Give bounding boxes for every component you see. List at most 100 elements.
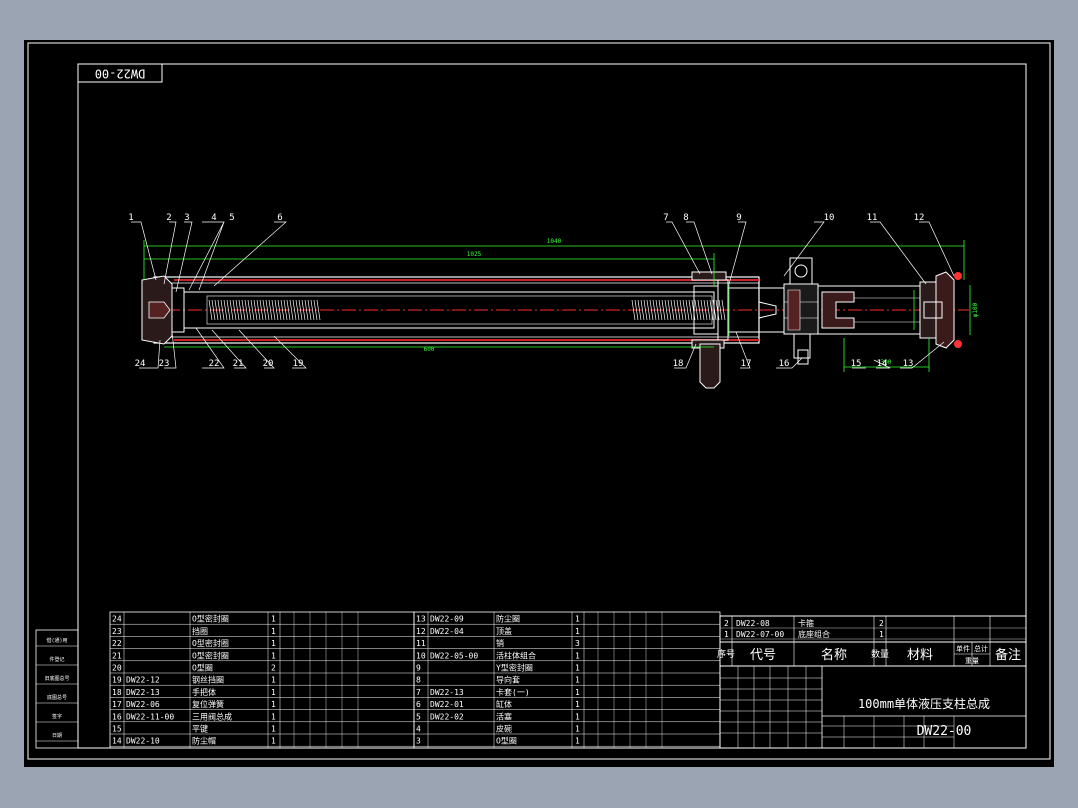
bom-no: 15 [112, 725, 122, 734]
bom-name: 防尘帽 [192, 736, 216, 746]
code-tag: DW22-00 [77, 63, 163, 83]
bom-name: 缸体 [496, 699, 512, 709]
bom-mid-table: 13 DW22-09 防尘圈 112 DW22-04 顶盖 111 销 310 DW22-05-0… [413, 611, 721, 749]
bom-code: DW22-01 [430, 700, 464, 709]
bom-name: 皮碗 [496, 724, 512, 734]
callout-16: 16 [779, 359, 790, 369]
callout-23: 23 [159, 359, 170, 369]
callout-18: 18 [673, 359, 684, 369]
bom-code: DW22-09 [430, 615, 464, 624]
side-label: 件登记 [49, 656, 64, 663]
bom-code: DW22-07-00 [736, 630, 784, 639]
hdr-total: 总计 [974, 644, 988, 653]
callout-22: 22 [209, 359, 220, 369]
bom-no: 13 [416, 615, 426, 624]
bom-left-table: 24 O型密封圈 1 23 挡圈 1 22 O型密封圈 1 21 O型密封圈 1 20 O型圈 2 19 DW2… [109, 611, 415, 749]
callout-7: 7 [663, 213, 668, 223]
bom-qty: 1 [271, 725, 276, 734]
bom-qty: 1 [879, 630, 884, 639]
side-label: 签字 [52, 713, 62, 720]
bom-qty: 1 [575, 688, 580, 697]
bom-name: 防尘圈 [496, 614, 520, 624]
bom-no: 7 [416, 688, 421, 697]
hdr-weight: 重量 [965, 657, 979, 665]
bom-no: 19 [112, 676, 122, 685]
bom-no: 18 [112, 688, 122, 697]
callout-14: 14 [877, 359, 888, 369]
bom-qty: 1 [271, 700, 276, 709]
hdr-code: 代号 [750, 648, 776, 663]
bom-name: O型密封圈 [192, 638, 229, 648]
callout-3: 3 [184, 213, 189, 223]
side-label: 旧底图总号 [44, 675, 69, 682]
bom-name: 活塞 [496, 711, 512, 721]
bom-name: O型圈 [192, 664, 213, 673]
code-tag-text: DW22-00 [95, 67, 146, 81]
hdr-material: 材料 [907, 648, 933, 663]
bom-name: 底座组合 [798, 629, 830, 639]
assembly-view: 1040 1025 600 300 φ100 1 2 3 4 5 6 7 8 9… [128, 213, 979, 389]
hdr-single: 单件 [956, 644, 970, 653]
bom-no: 24 [112, 615, 122, 624]
bom-no: 5 [416, 712, 421, 721]
callout-12: 12 [914, 213, 925, 223]
bom-qty: 1 [271, 676, 276, 685]
bom-qty: 2 [879, 619, 884, 628]
bom-no: 17 [112, 700, 122, 709]
dim-stroke: 1025 [467, 251, 482, 258]
bom-name: 卡套(一) [496, 687, 530, 697]
callout-1: 1 [128, 213, 133, 223]
bom-code: DW22-13 [126, 688, 160, 697]
bom-no: 3 [416, 737, 421, 746]
bom-qty: 1 [575, 651, 580, 660]
callouts-bottom: 24 23 22 21 20 19 18 17 16 15 14 13 [135, 359, 914, 369]
bom-qty: 1 [575, 737, 580, 746]
drawing-sheet: DW22-00 1040 1025 600 300 φ100 1 2 3 4 5… [24, 40, 1054, 767]
bom-code: DW22-08 [736, 619, 770, 628]
bom-qty: 1 [271, 615, 276, 624]
callout-5: 5 [229, 213, 234, 223]
bom-no: 9 [416, 664, 421, 673]
drawing-title: 100mm单体液压支柱总成 [858, 696, 990, 711]
bom-qty: 1 [271, 737, 276, 746]
bom-qty: 1 [271, 627, 276, 636]
handle [699, 343, 721, 389]
bom-name: 导向套 [496, 675, 520, 685]
bom-code: DW22-04 [430, 627, 464, 636]
outer-border [27, 42, 1051, 760]
bom-qty: 1 [271, 639, 276, 648]
cad-drawing: DW22-00 1040 1025 600 300 φ100 1 2 3 4 5… [27, 42, 1051, 760]
bom-qty: 1 [575, 676, 580, 685]
callout-21: 21 [233, 359, 244, 369]
bom-name: 销 [496, 638, 504, 648]
bom-name: 三用阀总成 [192, 711, 232, 721]
side-label: 借(通)用 [46, 637, 67, 644]
callout-2: 2 [166, 213, 171, 223]
callout-8: 8 [683, 213, 688, 223]
callouts-top: 1 2 3 4 5 6 7 8 9 10 11 12 [128, 213, 924, 223]
bom-code: DW22-10 [126, 737, 160, 746]
bom-qty: 1 [575, 725, 580, 734]
bom-qty: 2 [271, 664, 276, 673]
bom-qty: 1 [575, 615, 580, 624]
bom-no: 12 [416, 627, 426, 636]
bom-name: 手把体 [192, 687, 216, 697]
callout-13: 13 [903, 359, 914, 369]
bom-no: 20 [112, 664, 122, 673]
bom-no: 8 [416, 676, 421, 685]
callout-24: 24 [135, 359, 146, 369]
title-block: 2 DW22-08 卡箍 21 DW22-07-00 底座组合 1 序号 代号 名称 数量 … [717, 615, 1027, 749]
bom-no: 2 [724, 619, 729, 628]
bom-qty: 3 [575, 639, 580, 648]
hdr-no: 序号 [717, 648, 735, 660]
bom-code: DW22-13 [430, 688, 464, 697]
drawing-code: DW22-00 [917, 724, 972, 739]
bom-no: 16 [112, 712, 122, 721]
bom-name: Y型密封圈 [496, 663, 533, 673]
callout-19: 19 [293, 359, 304, 369]
side-label: 底图总号 [47, 694, 67, 701]
bom-code: DW22-12 [126, 676, 160, 685]
callout-20: 20 [263, 359, 274, 369]
bom-no: 14 [112, 737, 122, 746]
bom-name: 活柱体组合 [496, 650, 536, 660]
